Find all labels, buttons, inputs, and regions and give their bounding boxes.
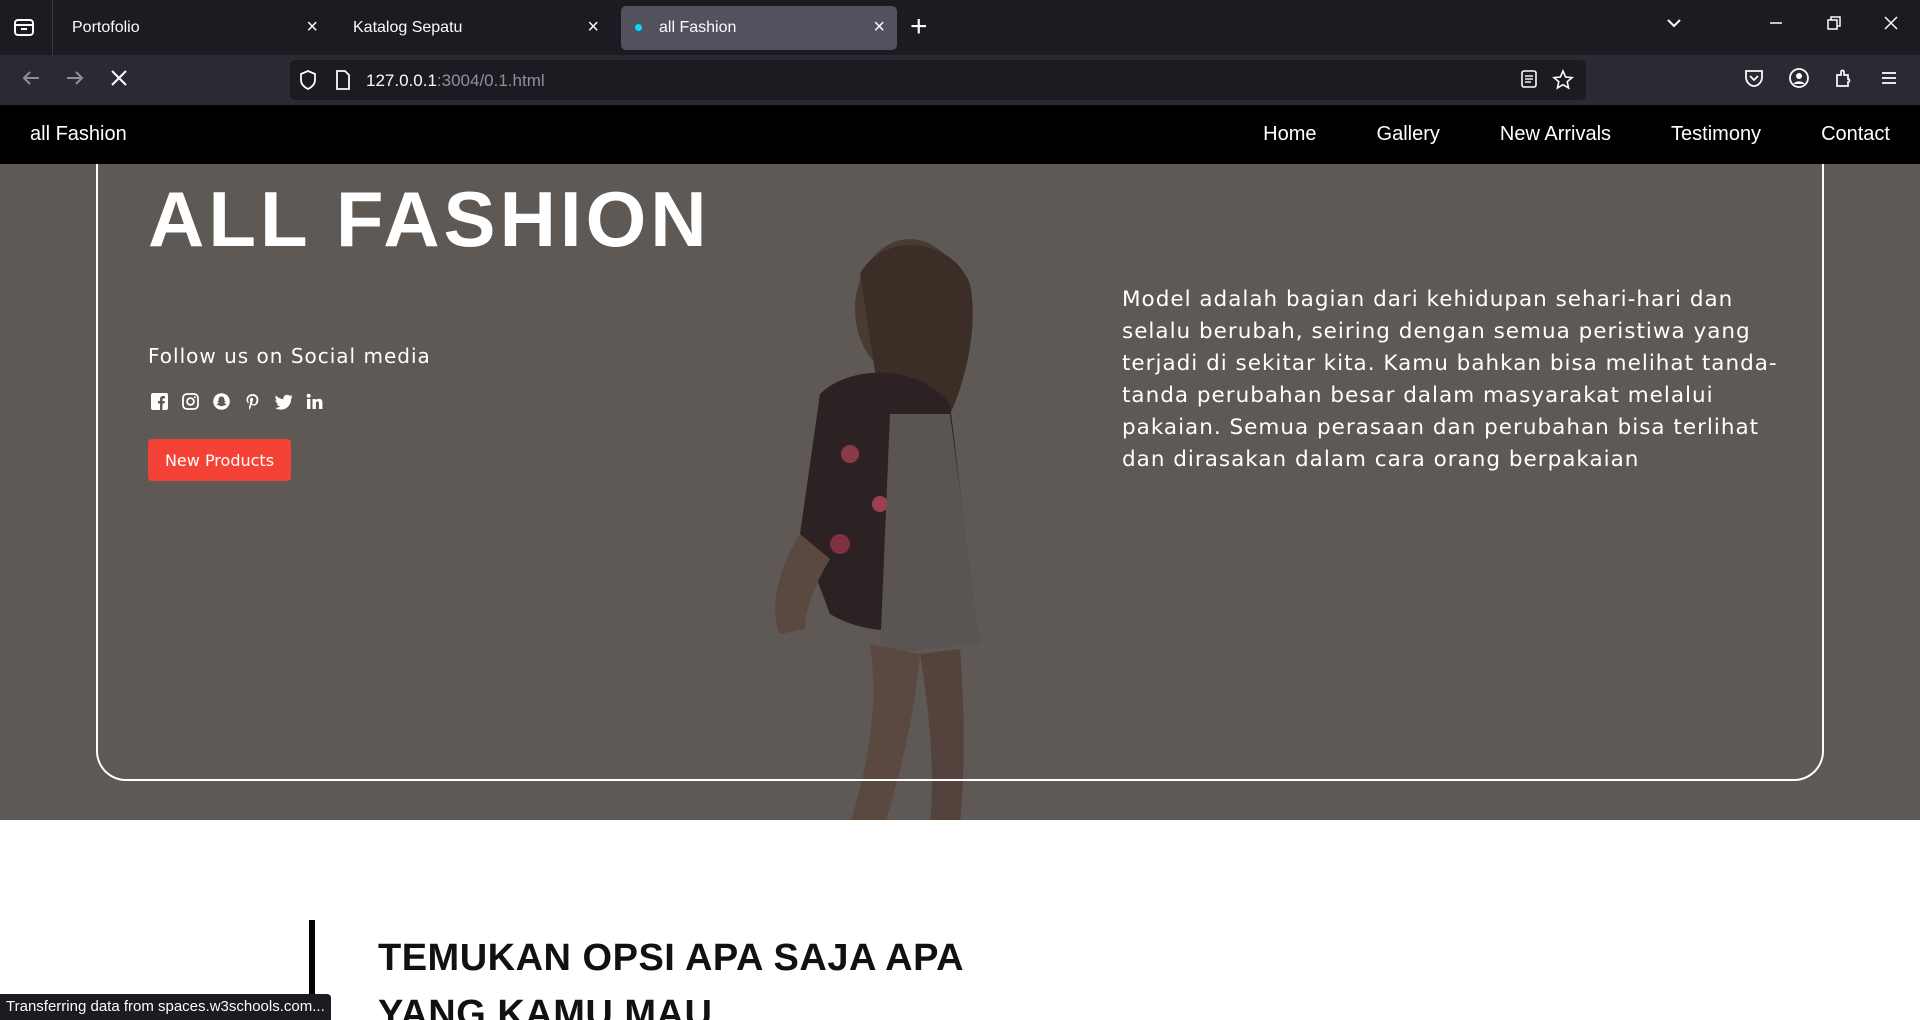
restore-icon[interactable] [1826,14,1842,37]
close-icon[interactable]: × [587,16,599,38]
follow-text: Follow us on Social media [148,344,431,368]
shield-icon[interactable] [298,69,318,96]
url-host: 127.0.0.1 [366,71,437,90]
window-close-icon[interactable] [1883,14,1899,37]
back-icon[interactable] [20,67,42,95]
close-icon[interactable]: × [873,16,885,38]
minimize-icon[interactable] [1768,14,1784,37]
menu-item-contact[interactable]: Contact [1821,123,1890,146]
hero-description: Model adalah bagian dari kehidupan sehar… [1122,287,1778,472]
menu-item-gallery[interactable]: Gallery [1377,123,1440,146]
hero-section: ALL FASHION Follow us on Social media Ne… [0,164,1920,820]
new-products-button[interactable]: New Products [148,439,291,481]
twitter-icon[interactable] [274,392,293,411]
facebook-icon[interactable] [150,392,169,411]
tab-title: Portofolio [72,19,140,36]
url-path: :3004/0.1.html [436,71,545,90]
tab-overflow-icon[interactable] [1665,14,1683,38]
tab-list-icon[interactable] [12,16,38,40]
loading-icon [635,24,642,31]
site-brand[interactable]: all Fashion [30,123,127,146]
menu-item-testimony[interactable]: Testimony [1671,123,1761,146]
menu-item-new-arrivals[interactable]: New Arrivals [1500,123,1611,146]
url-text[interactable]: 127.0.0.1:3004/0.1.html [366,71,545,91]
forward-icon[interactable] [64,67,86,95]
bookmark-star-icon[interactable] [1552,68,1574,96]
tab-portofolio[interactable]: Portofolio × [54,6,330,50]
menu-hamburger-icon[interactable] [1878,67,1900,95]
page-icon[interactable] [334,69,352,96]
pocket-icon[interactable] [1743,67,1765,95]
reader-view-icon[interactable] [1520,69,1538,94]
section-title: TEMUKAN OPSI APA SAJA APA YANG KAMU MAU [378,937,963,1020]
stop-loading-icon[interactable] [108,67,130,95]
new-tab-icon[interactable]: + [910,12,928,42]
extensions-icon[interactable] [1833,67,1855,95]
status-bar: Transferring data from spaces.w3schools.… [0,994,331,1020]
snapchat-icon[interactable] [212,392,231,411]
pinterest-icon[interactable] [243,392,262,411]
linkedin-icon[interactable] [305,392,324,411]
address-bar[interactable]: 127.0.0.1:3004/0.1.html [290,60,1586,100]
browser-toolbar: 127.0.0.1:3004/0.1.html [0,55,1920,105]
hero-title: ALL FASHION [148,175,711,263]
close-icon[interactable]: × [306,16,318,38]
social-icons [150,392,324,411]
instagram-icon[interactable] [181,392,200,411]
page-content: all Fashion Home Gallery New Arrivals Te… [0,105,1920,1020]
tab-all-fashion[interactable]: all Fashion × [621,6,897,50]
menu-item-home[interactable]: Home [1263,123,1316,146]
tab-katalog-sepatu[interactable]: Katalog Sepatu × [335,6,611,50]
site-navbar: all Fashion Home Gallery New Arrivals Te… [0,105,1920,164]
tab-title: all Fashion [659,19,737,36]
site-menu: Home Gallery New Arrivals Testimony Cont… [1263,123,1890,146]
account-icon[interactable] [1788,67,1810,95]
tab-separator [52,0,53,55]
tab-bar: Portofolio × Katalog Sepatu × all Fashio… [0,0,1920,55]
tab-title: Katalog Sepatu [353,19,463,36]
